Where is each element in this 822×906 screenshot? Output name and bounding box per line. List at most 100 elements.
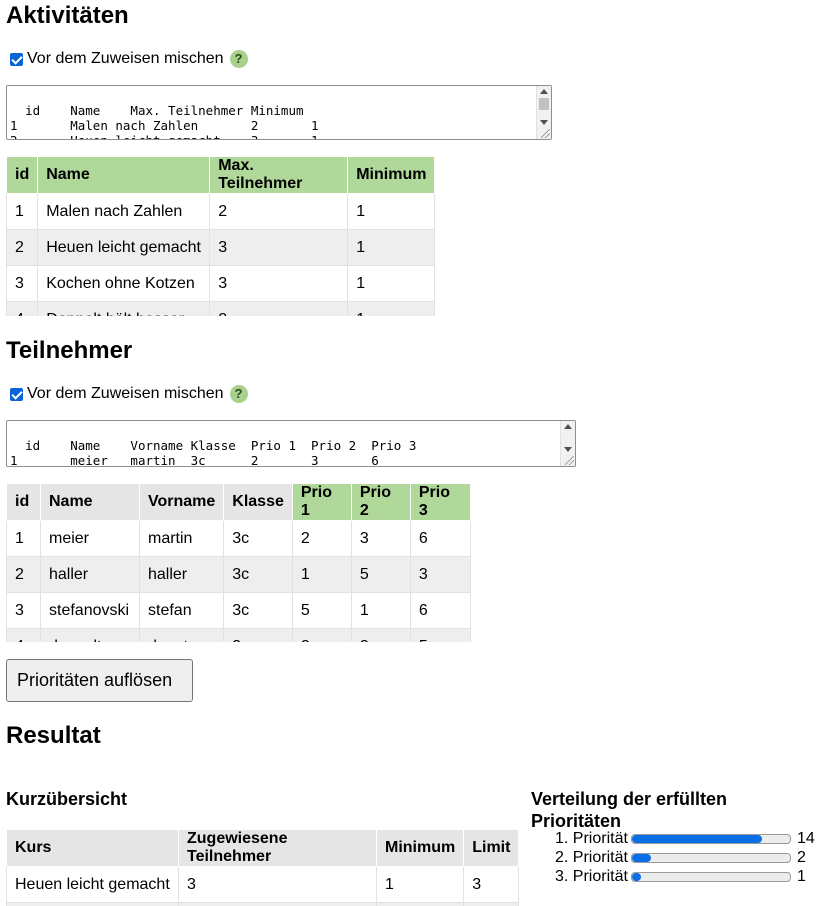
priority-row-2: 2. Priorität 2 (555, 848, 806, 867)
priority-row-1: 1. Priorität 14 (555, 829, 815, 848)
participants-textarea-text: id Name Vorname Klasse Prio 1 Prio 2 Pri… (10, 438, 417, 467)
table-cell: 3 (350, 628, 411, 642)
overview-table-container[interactable]: Kurs Zugewiesene Teilnehmer Minimum Limi… (6, 829, 526, 906)
table-cell: Doppelt hält besser (37, 301, 211, 316)
priority-label: 3. Priorität (555, 867, 628, 885)
column-header[interactable]: Minimum (347, 156, 436, 194)
table-cell: 5 (409, 628, 471, 642)
table-row: 3 stefanovski stefan 3c 5 1 6 (6, 592, 471, 629)
table-cell: Kochen ohne Kotzen (37, 265, 211, 302)
table-cell: 3 (409, 556, 471, 593)
column-header[interactable]: Klasse (223, 483, 293, 521)
table-cell: 5 (291, 592, 352, 629)
resolve-priorities-label: Prioritäten auflösen (17, 670, 173, 690)
table-cell (6, 902, 179, 906)
priority-progress-bar (631, 833, 791, 844)
table-cell: 2 (209, 193, 349, 230)
column-header[interactable]: Name (40, 483, 140, 521)
column-header[interactable]: Name (37, 156, 211, 194)
table-cell: Malen nach Zahlen (37, 193, 211, 230)
table-cell: martin (138, 520, 225, 557)
activities-textarea[interactable]: id Name Max. Teilnehmer Minimum 1 Malen … (6, 85, 552, 140)
participants-heading: Teilnehmer (6, 337, 133, 364)
table-cell: 2 (291, 520, 352, 557)
participants-table: id Name Vorname Klasse Prio 1 Prio 2 Pri… (6, 483, 471, 642)
column-header[interactable]: Minimum (375, 829, 465, 867)
table-cell: haller (40, 556, 140, 593)
resolve-priorities-button[interactable]: Prioritäten auflösen (6, 659, 193, 702)
table-cell: 3 (209, 265, 349, 302)
scroll-down-icon[interactable] (564, 447, 572, 452)
table-cell: haller (138, 556, 225, 593)
table-cell: 2 (209, 301, 349, 316)
table-row: 2 Heuen leicht gemacht 3 1 (6, 229, 436, 266)
table-cell: 3 (463, 866, 520, 903)
overview-table: Kurs Zugewiesene Teilnehmer Minimum Limi… (6, 829, 520, 906)
priority-bar-fill (632, 834, 762, 843)
result-heading: Resultat (6, 722, 101, 749)
priority-count: 2 (797, 848, 806, 866)
help-icon[interactable]: ? (229, 50, 248, 68)
table-cell: 1 (291, 556, 352, 593)
table-cell (375, 902, 465, 906)
table-cell: 3 (178, 866, 377, 903)
column-header[interactable]: Prio 1 (291, 483, 352, 521)
table-cell: 1 (350, 592, 411, 629)
overview-heading: Kurzübersicht (6, 789, 128, 809)
priority-count: 1 (797, 867, 806, 885)
table-row: 1 meier martin 3c 2 3 6 (6, 520, 471, 557)
column-header[interactable]: id (6, 156, 39, 194)
activities-shuffle-label[interactable]: Vor dem Zuweisen mischen (27, 50, 224, 68)
table-cell: stefan (138, 592, 225, 629)
table-cell: Heuen leicht gemacht (37, 229, 211, 266)
activities-shuffle-checkbox[interactable] (10, 52, 23, 66)
table-cell: 3c (223, 520, 293, 557)
column-header[interactable]: Prio 2 (350, 483, 411, 521)
participants-shuffle-checkbox[interactable] (10, 387, 23, 401)
table-cell: 3c (223, 556, 293, 593)
priority-progress-bar (631, 871, 791, 882)
table-header-row: id Name Vorname Klasse Prio 1 Prio 2 Pri… (6, 483, 471, 521)
table-cell: 3 (6, 592, 41, 629)
column-header[interactable]: Vorname (138, 483, 225, 521)
table-row: 4 doppelt donat 3c 2 3 5 (6, 628, 471, 642)
table-cell: 3 (209, 229, 349, 266)
scroll-up-icon[interactable] (540, 89, 548, 94)
help-icon[interactable]: ? (229, 385, 248, 403)
table-cell: 2 (6, 229, 39, 266)
activities-table-container[interactable]: id Name Max. Teilnehmer Minimum 1 Malen … (6, 156, 446, 316)
table-cell: 3 (350, 520, 411, 557)
scroll-up-icon[interactable] (564, 424, 572, 429)
participants-shuffle-label[interactable]: Vor dem Zuweisen mischen (27, 385, 224, 403)
table-cell: 6 (409, 520, 471, 557)
activities-heading: Aktivitäten (6, 2, 129, 29)
column-header[interactable]: Prio 3 (409, 483, 471, 521)
column-header[interactable]: Zugewiesene Teilnehmer (178, 829, 377, 867)
table-row (6, 902, 520, 906)
table-cell: 5 (350, 556, 411, 593)
table-cell: 4 (6, 628, 41, 642)
participants-textarea[interactable]: id Name Vorname Klasse Prio 1 Prio 2 Pri… (6, 420, 576, 467)
column-header[interactable]: Limit (463, 829, 520, 867)
table-cell: 2 (6, 556, 41, 593)
participants-shuffle-row: Vor dem Zuweisen mischen ? (6, 383, 248, 405)
priority-bar-fill (632, 872, 642, 881)
table-row: 2 haller haller 3c 1 5 3 (6, 556, 471, 593)
table-cell: 3 (6, 265, 39, 302)
priority-label: 1. Priorität (555, 829, 628, 847)
table-cell: 2 (291, 628, 352, 642)
participants-table-container[interactable]: id Name Vorname Klasse Prio 1 Prio 2 Pri… (6, 483, 476, 642)
table-row: 3 Kochen ohne Kotzen 3 1 (6, 265, 436, 302)
resize-grip-icon[interactable] (541, 129, 550, 138)
table-row: 1 Malen nach Zahlen 2 1 (6, 193, 436, 230)
table-cell: 1 (6, 520, 41, 557)
table-cell: meier (40, 520, 140, 557)
activities-table: id Name Max. Teilnehmer Minimum 1 Malen … (6, 156, 436, 316)
scroll-down-icon[interactable] (540, 120, 548, 125)
resize-grip-icon[interactable] (565, 456, 574, 465)
scroll-thumb[interactable] (539, 98, 549, 110)
column-header[interactable]: Max. Teilnehmer (209, 156, 349, 194)
column-header[interactable]: id (6, 483, 41, 521)
column-header[interactable]: Kurs (6, 829, 179, 867)
table-cell: 3c (223, 628, 293, 642)
